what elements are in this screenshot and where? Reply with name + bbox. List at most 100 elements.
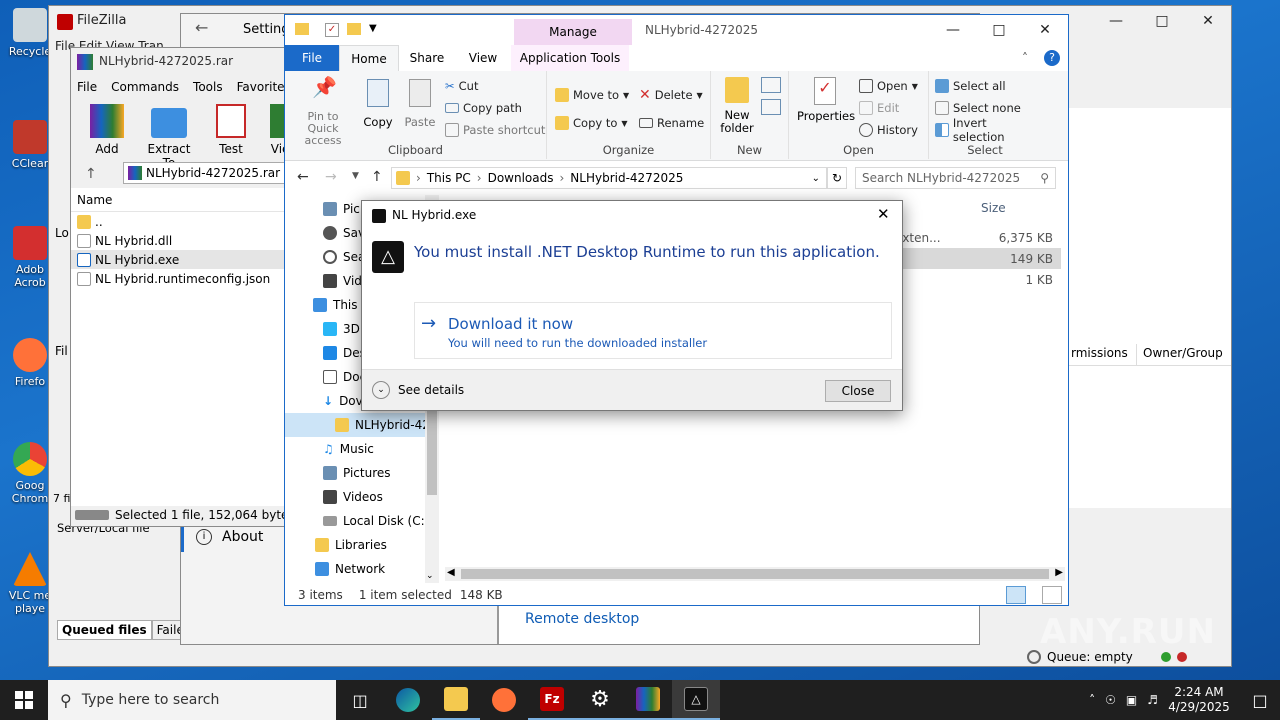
- tab-file[interactable]: File: [285, 45, 339, 71]
- recent-locations-button[interactable]: ▼: [352, 171, 359, 181]
- address-bar[interactable]: › This PC › Downloads › NLHybrid-4272025…: [391, 167, 827, 189]
- nav-item-nlhybrid-selected[interactable]: NLHybrid-427: [285, 413, 425, 437]
- clock[interactable]: 2:24 AM 4/29/2025: [1168, 685, 1230, 715]
- tab-application-tools[interactable]: Application Tools: [511, 45, 629, 71]
- copy-button[interactable]: Copy: [361, 79, 395, 129]
- desktop-icon-ccleaner[interactable]: CClear: [6, 120, 54, 170]
- maximize-button[interactable]: □: [1139, 6, 1185, 36]
- breadcrumb-this-pc[interactable]: This PC: [427, 171, 471, 185]
- add-button[interactable]: Add: [81, 104, 133, 170]
- paste-shortcut-button[interactable]: Paste shortcut: [445, 119, 545, 141]
- dialog-close-icon[interactable]: ✕: [877, 205, 890, 223]
- new-folder-button[interactable]: New folder: [717, 77, 757, 135]
- close-button[interactable]: ✕: [1022, 15, 1068, 45]
- test-button[interactable]: Test: [205, 104, 257, 170]
- tab-share[interactable]: Share: [399, 45, 455, 71]
- rename-button[interactable]: Rename: [639, 109, 704, 137]
- large-icons-view-button[interactable]: [1042, 586, 1062, 604]
- copy-path-button[interactable]: Copy path: [445, 97, 545, 119]
- maximize-button[interactable]: □: [976, 15, 1022, 45]
- help-button[interactable]: ?: [1044, 45, 1068, 71]
- menu-commands[interactable]: Commands: [111, 80, 179, 94]
- easy-access-icon[interactable]: [761, 99, 781, 115]
- up-button[interactable]: ↑: [371, 169, 383, 185]
- minimize-button[interactable]: —: [930, 15, 976, 45]
- invert-selection-button[interactable]: Invert selection: [935, 116, 1041, 144]
- nav-item-pictures-2[interactable]: Pictures: [323, 461, 433, 485]
- tab-queued-files[interactable]: Queued files: [57, 620, 152, 640]
- breadcrumb-downloads[interactable]: Downloads: [488, 171, 554, 185]
- nav-item-libraries[interactable]: Libraries: [315, 533, 433, 557]
- taskbar-settings[interactable]: ⚙: [576, 680, 624, 720]
- new-item-icon[interactable]: [761, 77, 781, 93]
- notifications-icon[interactable]: □: [1240, 691, 1280, 710]
- desktop-icon-recycle-bin[interactable]: Recycle: [6, 8, 54, 58]
- new-folder-quick-icon[interactable]: [347, 23, 361, 35]
- breadcrumb-current-folder[interactable]: NLHybrid-4272025: [570, 171, 683, 185]
- close-button[interactable]: ✕: [1185, 6, 1231, 36]
- taskbar-filezilla[interactable]: Fz: [528, 680, 576, 720]
- open-button[interactable]: Open ▼: [859, 75, 918, 97]
- delete-button[interactable]: ✕ Delete ▼: [639, 81, 704, 109]
- details-view-button[interactable]: [1006, 586, 1026, 604]
- back-arrow-icon[interactable]: ←: [195, 18, 208, 37]
- properties-quick-icon[interactable]: ✓: [325, 23, 339, 37]
- scroll-down-arrow-icon[interactable]: ⌄: [426, 571, 434, 581]
- column-header-size[interactable]: Size: [981, 201, 1006, 215]
- menu-file[interactable]: File: [77, 80, 97, 94]
- desktop-icon-firefox[interactable]: Firefo: [6, 338, 54, 388]
- nav-item-network[interactable]: Network: [315, 557, 433, 581]
- up-arrow-icon[interactable]: ↑: [85, 166, 97, 182]
- taskbar-file-explorer[interactable]: [432, 680, 480, 720]
- taskbar-firefox[interactable]: [480, 680, 528, 720]
- copy-to-button[interactable]: Copy to ▼: [555, 109, 629, 137]
- taskbar-search-box[interactable]: ⚲ Type here to search: [48, 680, 336, 720]
- header-permissions[interactable]: rmissions: [1067, 344, 1137, 365]
- quick-access-dropdown-icon[interactable]: ▼: [369, 23, 377, 34]
- nav-item-local-disk[interactable]: Local Disk (C:): [323, 509, 433, 533]
- tray-volume-icon[interactable]: ♬: [1147, 693, 1158, 707]
- see-details-toggle[interactable]: ⌄ See details: [372, 381, 464, 399]
- tray-overflow-chevron-icon[interactable]: ˄: [1089, 693, 1095, 707]
- taskbar-edge[interactable]: [384, 680, 432, 720]
- desktop-icon-chrome[interactable]: Goog Chrom: [6, 442, 54, 505]
- back-button[interactable]: ←: [297, 169, 309, 185]
- extract-to-button[interactable]: Extract To: [141, 104, 197, 170]
- menu-tools[interactable]: Tools: [193, 80, 223, 94]
- nav-item-videos-2[interactable]: Videos: [323, 485, 433, 509]
- scroll-right-arrow-icon[interactable]: ▶: [1055, 567, 1063, 578]
- taskbar-nl-hybrid[interactable]: △: [672, 680, 720, 720]
- select-all-button[interactable]: Select all: [935, 75, 1041, 97]
- move-to-button[interactable]: Move to ▼: [555, 81, 629, 109]
- desktop-icon-acrobat[interactable]: Adob Acrob: [6, 226, 54, 289]
- minimize-button[interactable]: —: [1093, 6, 1139, 36]
- collapse-ribbon-icon[interactable]: ˄: [1022, 45, 1044, 71]
- scroll-left-arrow-icon[interactable]: ◀: [447, 567, 455, 578]
- edit-button[interactable]: Edit: [859, 97, 918, 119]
- pin-quick-access-button[interactable]: 📌 Pin to Quick access: [291, 77, 355, 147]
- search-box[interactable]: Search NLHybrid-4272025 ⚲: [855, 167, 1056, 189]
- tab-home[interactable]: Home: [339, 45, 399, 71]
- refresh-button[interactable]: ↻: [827, 167, 847, 189]
- desktop-icon-vlc[interactable]: VLC me playe: [6, 552, 54, 615]
- history-button[interactable]: History: [859, 119, 918, 141]
- horizontal-scrollbar[interactable]: ◀ ▶: [445, 567, 1065, 581]
- cut-button[interactable]: ✂ Cut: [445, 75, 545, 97]
- tab-view[interactable]: View: [455, 45, 511, 71]
- task-view-button[interactable]: ◫: [336, 680, 384, 720]
- remote-desktop-link[interactable]: Remote desktop: [525, 611, 639, 627]
- manage-contextual-tab[interactable]: Manage: [514, 19, 632, 45]
- header-owner-group[interactable]: Owner/Group: [1137, 344, 1229, 365]
- dialog-close-button[interactable]: Close: [825, 380, 891, 402]
- tray-network-icon[interactable]: ▣: [1126, 693, 1137, 707]
- taskbar-winrar[interactable]: [624, 680, 672, 720]
- horizontal-scrollbar-thumb[interactable]: [461, 569, 1049, 579]
- forward-button[interactable]: →: [325, 169, 337, 185]
- menu-favorites[interactable]: Favorites: [237, 80, 291, 94]
- nav-item-music[interactable]: ♫ Music: [323, 437, 433, 461]
- start-button[interactable]: [0, 680, 48, 720]
- tray-security-icon[interactable]: ☉: [1105, 693, 1116, 707]
- properties-button[interactable]: ✓ Properties: [797, 77, 855, 123]
- paste-button[interactable]: Paste: [403, 79, 437, 129]
- address-dropdown-icon[interactable]: ⌄: [812, 173, 826, 184]
